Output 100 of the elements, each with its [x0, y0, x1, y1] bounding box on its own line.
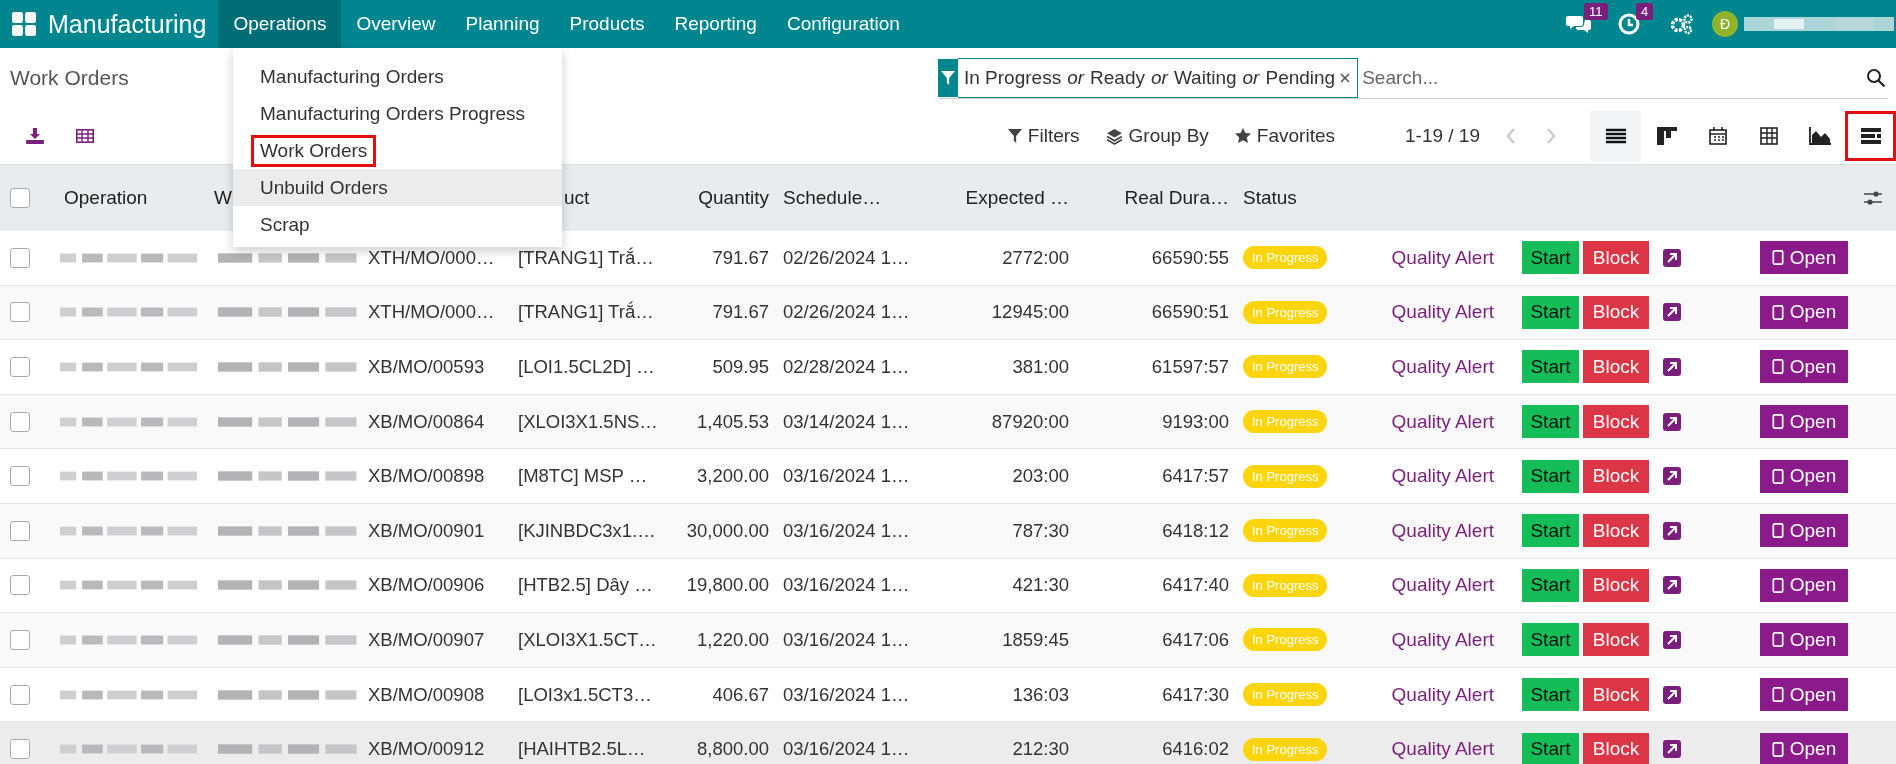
quality-alert-link[interactable]: Quality Alert	[1391, 738, 1504, 761]
nav-menu-item[interactable]: Products	[554, 0, 660, 48]
pager-value[interactable]: 1-19 / 19	[1405, 125, 1480, 147]
view-switch-button[interactable]	[1590, 111, 1641, 161]
quality-alert-link[interactable]: Quality Alert	[1391, 683, 1504, 706]
external-link-icon[interactable]	[1663, 630, 1681, 649]
open-button[interactable]: Open	[1760, 514, 1848, 548]
external-link-icon[interactable]	[1663, 576, 1681, 595]
block-button[interactable]: Block	[1583, 295, 1649, 329]
row-checkbox[interactable]	[10, 739, 30, 760]
chat-icon[interactable]	[1566, 13, 1592, 35]
clock-icon[interactable]	[1618, 13, 1640, 35]
external-link-icon[interactable]	[1663, 248, 1681, 267]
remove-facet-icon[interactable]	[1340, 72, 1351, 83]
start-button[interactable]: Start	[1522, 405, 1579, 439]
open-button[interactable]: Open	[1760, 350, 1848, 384]
block-button[interactable]: Block	[1583, 350, 1649, 384]
block-button[interactable]: Block	[1583, 514, 1649, 548]
external-link-icon[interactable]	[1663, 303, 1681, 322]
block-button[interactable]: Block	[1583, 459, 1649, 493]
open-button[interactable]: Open	[1760, 241, 1848, 275]
open-button[interactable]: Open	[1760, 568, 1848, 602]
quality-alert-link[interactable]: Quality Alert	[1391, 301, 1504, 324]
external-link-icon[interactable]	[1663, 740, 1681, 759]
filters-button[interactable]: Filters	[1007, 125, 1080, 147]
block-button[interactable]: Block	[1583, 678, 1649, 712]
quality-alert-link[interactable]: Quality Alert	[1391, 519, 1504, 542]
column-header[interactable]: Operation	[64, 187, 148, 209]
quality-alert-link[interactable]: Quality Alert	[1391, 628, 1504, 651]
start-button[interactable]: Start	[1522, 241, 1579, 275]
search-icon[interactable]	[1866, 67, 1886, 88]
block-button[interactable]: Block	[1583, 241, 1649, 275]
row-checkbox[interactable]	[10, 247, 30, 268]
start-button[interactable]: Start	[1522, 568, 1579, 602]
quality-alert-link[interactable]: Quality Alert	[1391, 246, 1504, 269]
column-header[interactable]: Schedule…	[783, 187, 882, 209]
app-title[interactable]: Manufacturing	[48, 9, 207, 39]
search-field[interactable]: In Progress or Ready or Waiting or Pending Search...	[938, 57, 1888, 99]
column-header[interactable]: Quantity	[698, 187, 769, 209]
settings-icon[interactable]	[1670, 13, 1694, 35]
menu-item[interactable]: Manufacturing Orders	[251, 60, 453, 93]
nav-menu-item[interactable]: Planning	[450, 0, 555, 48]
nav-menu-item[interactable]: Reporting	[659, 0, 772, 48]
start-button[interactable]: Start	[1522, 678, 1579, 712]
open-button[interactable]: Open	[1760, 295, 1848, 329]
menu-item[interactable]: Manufacturing Orders Progress	[251, 97, 535, 130]
column-settings-icon[interactable]	[1864, 190, 1882, 206]
menu-item[interactable]: Work Orders	[251, 134, 377, 167]
external-link-icon[interactable]	[1663, 412, 1681, 431]
column-header[interactable]: Expected …	[965, 187, 1069, 209]
menu-item[interactable]: Scrap	[251, 208, 319, 241]
external-link-icon[interactable]	[1663, 685, 1681, 704]
open-button[interactable]: Open	[1760, 678, 1848, 712]
open-button[interactable]: Open	[1760, 405, 1848, 439]
block-button[interactable]: Block	[1583, 732, 1649, 764]
block-button[interactable]: Block	[1583, 623, 1649, 657]
nav-menu-item[interactable]: Operations	[218, 0, 342, 48]
column-header[interactable]: Real Dura…	[1124, 187, 1229, 209]
select-all-checkbox[interactable]	[10, 188, 30, 208]
external-link-icon[interactable]	[1663, 467, 1681, 486]
block-button[interactable]: Block	[1583, 405, 1649, 439]
block-button[interactable]: Block	[1583, 568, 1649, 602]
quality-alert-link[interactable]: Quality Alert	[1391, 410, 1504, 433]
row-checkbox[interactable]	[10, 411, 30, 432]
row-checkbox[interactable]	[10, 302, 30, 323]
column-header[interactable]: uct	[564, 187, 590, 209]
column-header[interactable]: W	[214, 187, 232, 209]
external-link-icon[interactable]	[1663, 521, 1681, 540]
quality-alert-link[interactable]: Quality Alert	[1391, 465, 1504, 488]
row-checkbox[interactable]	[10, 575, 30, 596]
start-button[interactable]: Start	[1522, 732, 1579, 764]
favorites-button[interactable]: Favorites	[1234, 125, 1335, 147]
table-cell: XB/MO/00864	[368, 410, 485, 433]
row-checkbox[interactable]	[10, 466, 30, 487]
external-link-icon[interactable]	[1663, 358, 1681, 376]
calendar-icon	[1708, 127, 1727, 145]
row-checkbox[interactable]	[10, 684, 30, 705]
open-button[interactable]: Open	[1760, 732, 1848, 764]
row-checkbox[interactable]	[10, 629, 30, 650]
start-button[interactable]: Start	[1522, 623, 1579, 657]
row-checkbox[interactable]	[10, 520, 30, 541]
apps-grid-icon[interactable]	[12, 12, 36, 36]
spreadsheet-icon[interactable]	[76, 129, 94, 143]
quality-alert-link[interactable]: Quality Alert	[1391, 574, 1504, 597]
nav-menu-item[interactable]: Configuration	[771, 0, 915, 48]
start-button[interactable]: Start	[1522, 459, 1579, 493]
download-icon[interactable]	[26, 128, 44, 144]
filter-facet[interactable]: In Progress or Ready or Waiting or Pending	[958, 57, 1359, 98]
view-switch-button[interactable]	[1845, 111, 1896, 161]
column-header[interactable]: Status	[1243, 187, 1297, 209]
row-checkbox[interactable]	[10, 357, 30, 377]
quality-alert-link[interactable]: Quality Alert	[1391, 356, 1504, 378]
nav-menu-item[interactable]: Overview	[341, 0, 451, 48]
open-button[interactable]: Open	[1760, 459, 1848, 493]
open-button[interactable]: Open	[1760, 623, 1848, 657]
group-by-button[interactable]: Group By	[1105, 125, 1209, 147]
start-button[interactable]: Start	[1522, 295, 1579, 329]
start-button[interactable]: Start	[1522, 350, 1579, 384]
table-cell: 03/16/2024 1…	[783, 465, 910, 488]
start-button[interactable]: Start	[1522, 514, 1579, 548]
